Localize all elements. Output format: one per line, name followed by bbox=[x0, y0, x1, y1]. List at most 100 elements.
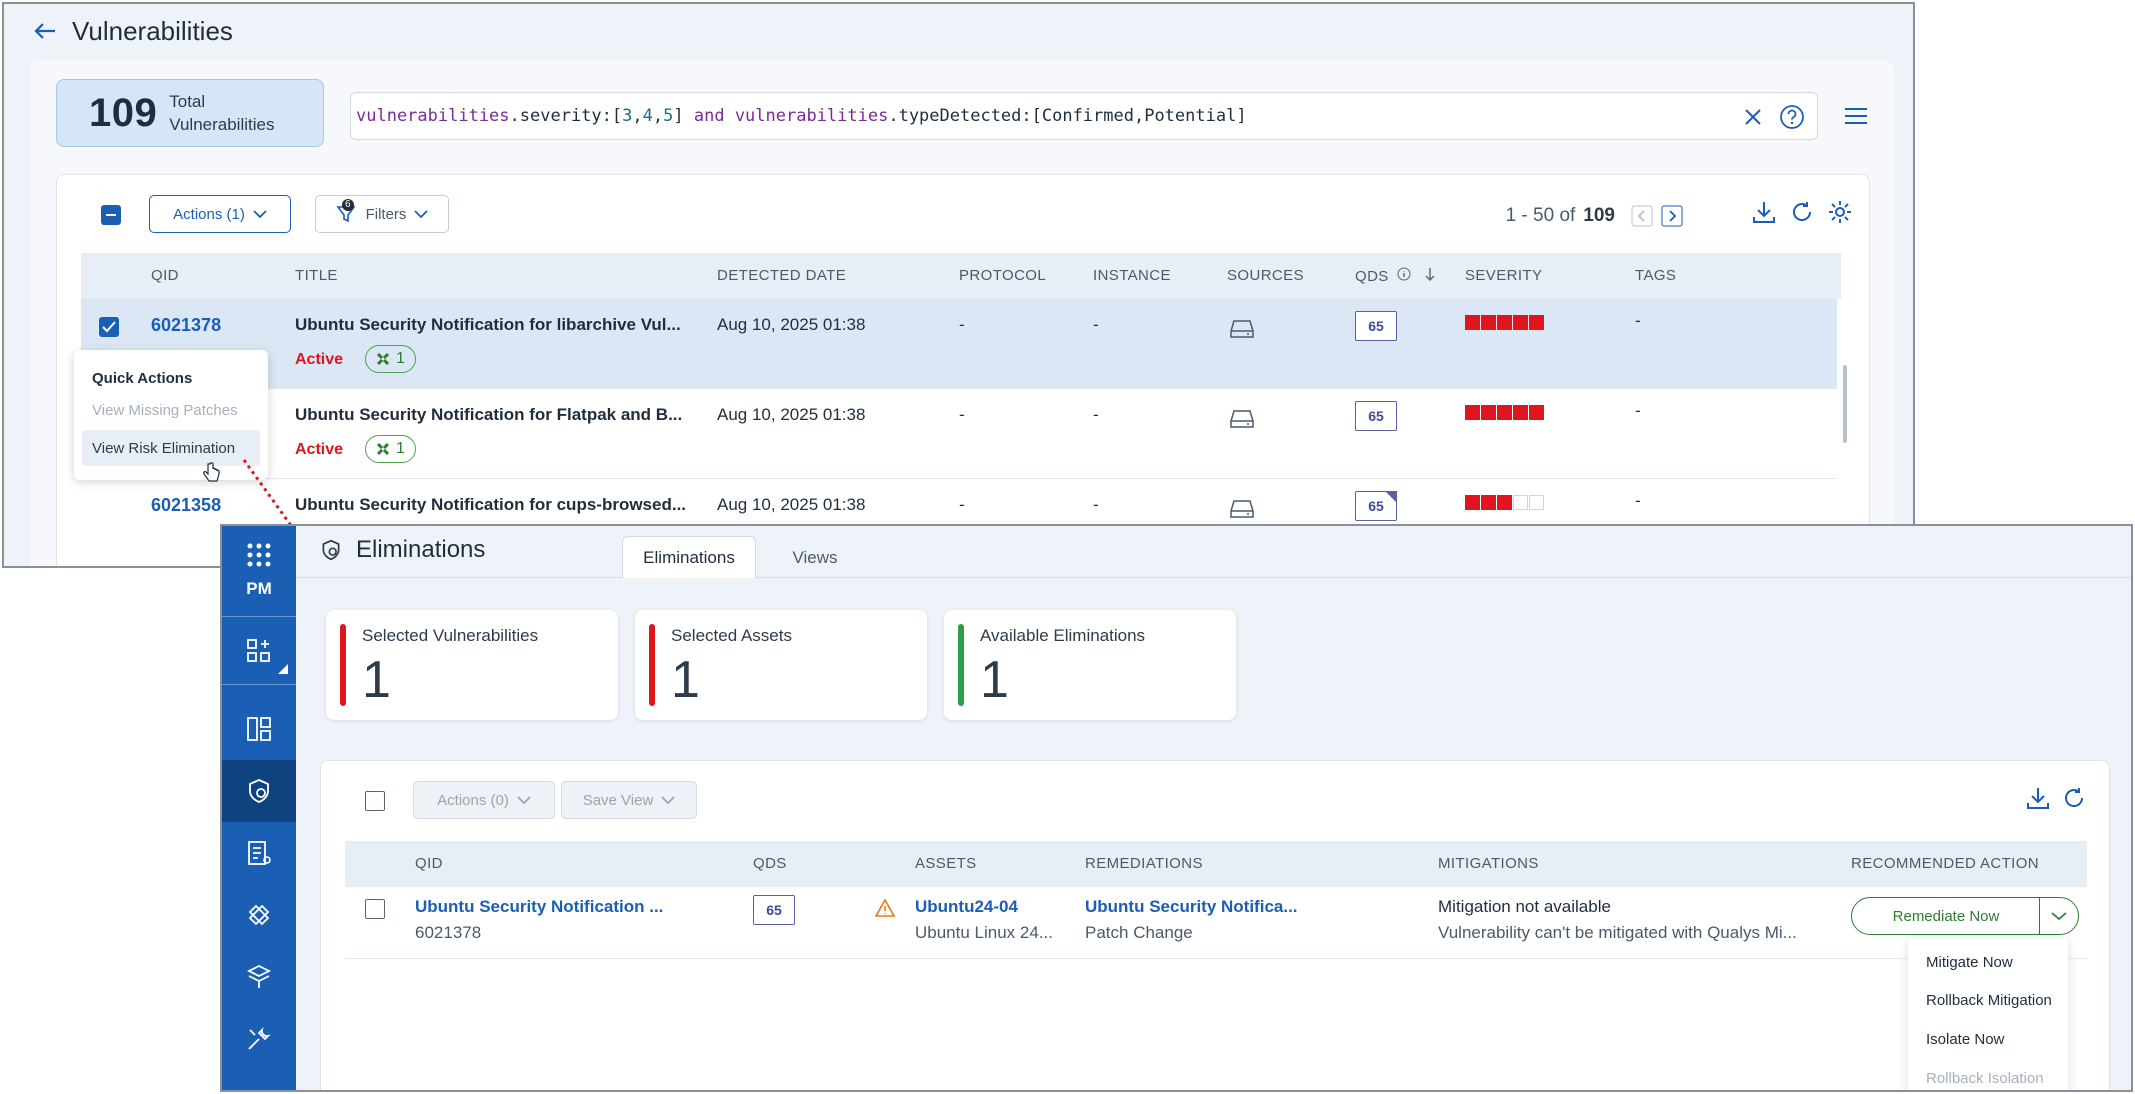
sidebar-item-tools[interactable] bbox=[222, 1008, 296, 1070]
col-qid[interactable]: QID bbox=[415, 855, 443, 872]
severity-bar bbox=[1465, 495, 1544, 510]
remediate-now-button[interactable]: Remediate Now bbox=[1851, 897, 2041, 935]
isolate-now-item[interactable]: Isolate Now bbox=[1926, 1031, 2004, 1048]
pagination: 1 - 50 of 109 bbox=[1506, 205, 1683, 227]
protocol: - bbox=[959, 405, 965, 424]
severity-block bbox=[1481, 405, 1496, 420]
qds-badge[interactable]: 65 bbox=[753, 895, 795, 925]
total-count: 109 bbox=[89, 90, 158, 135]
row-checkbox[interactable] bbox=[99, 317, 119, 337]
col-tags[interactable]: TAGS bbox=[1635, 267, 1676, 284]
vuln-title[interactable]: Ubuntu Security Notification for libarch… bbox=[295, 315, 681, 335]
stat-accent bbox=[340, 624, 346, 706]
clear-query-icon[interactable] bbox=[1741, 105, 1765, 129]
select-all-checkbox[interactable] bbox=[365, 791, 385, 811]
prev-page-icon[interactable] bbox=[1631, 205, 1653, 227]
view-risk-elimination-item[interactable]: View Risk Elimination bbox=[82, 430, 260, 466]
refresh-icon[interactable] bbox=[2061, 785, 2087, 816]
download-icon[interactable] bbox=[2025, 785, 2051, 816]
total-vulnerabilities-card: 109 Total Vulnerabilities bbox=[56, 79, 324, 147]
qid: 6021378 bbox=[415, 923, 482, 942]
sidebar-item-dashboard[interactable] bbox=[222, 698, 296, 760]
back-arrow-icon[interactable] bbox=[30, 16, 60, 46]
col-detected-date[interactable]: DETECTED DATE bbox=[717, 267, 846, 284]
view-missing-patches-item[interactable]: View Missing Patches bbox=[82, 392, 260, 428]
mitigate-now-item[interactable]: Mitigate Now bbox=[1926, 954, 2013, 971]
status-active: Active bbox=[295, 441, 344, 458]
mitigation-status: Mitigation not available bbox=[1438, 897, 1611, 916]
sidebar-item-assets[interactable] bbox=[222, 946, 296, 1008]
col-remediations[interactable]: REMEDIATIONS bbox=[1085, 855, 1203, 872]
col-qds[interactable]: QDS bbox=[1355, 267, 1436, 285]
next-page-icon[interactable] bbox=[1661, 205, 1683, 227]
app-sidebar: PM bbox=[222, 526, 296, 1090]
detected-date: Aug 10, 2025 01:38 bbox=[717, 495, 866, 514]
remediation-type: Patch Change bbox=[1085, 923, 1193, 942]
filters-button[interactable]: 6 Filters bbox=[315, 195, 449, 233]
remediation-link[interactable]: Ubuntu Security Notifica... bbox=[1085, 897, 1298, 917]
qds-badge[interactable]: 65 bbox=[1355, 311, 1397, 341]
settings-gear-icon[interactable] bbox=[1827, 199, 1853, 225]
help-icon[interactable] bbox=[1779, 104, 1805, 130]
query-text[interactable]: vulnerabilities.severity:[3,4,5] and vul… bbox=[356, 106, 1247, 126]
chevron-down-icon bbox=[253, 210, 267, 219]
vuln-title[interactable]: Ubuntu Security Notification for Flatpak… bbox=[295, 405, 682, 425]
col-title[interactable]: TITLE bbox=[295, 267, 338, 284]
qds-badge[interactable]: 65 bbox=[1355, 401, 1397, 431]
total-label: Total Vulnerabilities bbox=[169, 92, 275, 134]
qid-link[interactable]: 6021378 bbox=[151, 315, 221, 336]
tab-views[interactable]: Views bbox=[770, 536, 860, 579]
patch-icon bbox=[376, 352, 390, 366]
sidebar-item-reports[interactable] bbox=[222, 822, 296, 884]
vuln-title[interactable]: Ubuntu Security Notification for cups-br… bbox=[295, 495, 686, 515]
chevron-down-icon bbox=[661, 796, 675, 805]
vertical-scrollbar[interactable] bbox=[1843, 365, 1847, 443]
severity-block bbox=[1497, 315, 1512, 330]
table-row[interactable]: Ubuntu Security Notification ... 6021378… bbox=[345, 887, 2087, 959]
tab-eliminations[interactable]: Eliminations bbox=[622, 536, 756, 579]
shield-target-icon bbox=[322, 539, 340, 561]
rollback-isolation-item[interactable]: Rollback Isolation bbox=[1926, 1070, 2044, 1087]
search-query-input[interactable]: vulnerabilities.severity:[3,4,5] and vul… bbox=[350, 92, 1818, 140]
action-dropdown-toggle[interactable] bbox=[2039, 897, 2079, 935]
app-grid-icon bbox=[247, 543, 271, 567]
sort-down-icon bbox=[1425, 268, 1435, 281]
sidebar-item-patches[interactable] bbox=[222, 884, 296, 946]
qid-title-link[interactable]: Ubuntu Security Notification ... bbox=[415, 897, 663, 917]
rollback-mitigation-item[interactable]: Rollback Mitigation bbox=[1926, 992, 2052, 1009]
table-row[interactable]: 6021379 Ubuntu Security Notification for… bbox=[81, 389, 1837, 479]
severity-block bbox=[1465, 315, 1480, 330]
refresh-icon[interactable] bbox=[1789, 199, 1815, 225]
col-instance[interactable]: INSTANCE bbox=[1093, 267, 1171, 284]
hand-cursor-icon bbox=[203, 462, 220, 482]
remediation-pill[interactable]: 1 bbox=[365, 435, 416, 463]
save-view-button[interactable]: Save View bbox=[561, 781, 697, 819]
shield-target-icon bbox=[249, 779, 269, 803]
sidebar-item-add-widget[interactable] bbox=[222, 620, 296, 682]
select-all-checkbox[interactable] bbox=[101, 205, 121, 225]
stat-accent bbox=[649, 624, 655, 706]
table-row[interactable]: 6021378 Ubuntu Security Notification for… bbox=[81, 299, 1837, 389]
col-assets[interactable]: ASSETS bbox=[915, 855, 977, 872]
col-sources[interactable]: SOURCES bbox=[1227, 267, 1304, 284]
actions-button[interactable]: Actions (1) bbox=[149, 195, 291, 233]
col-qid[interactable]: QID bbox=[151, 267, 179, 284]
qid-link[interactable]: 6021358 bbox=[151, 495, 221, 516]
asset-link[interactable]: Ubuntu24-04 bbox=[915, 897, 1018, 917]
info-icon bbox=[1397, 267, 1411, 281]
warning-icon bbox=[874, 898, 896, 922]
col-qds[interactable]: QDS bbox=[753, 855, 787, 872]
sidebar-item-eliminations[interactable] bbox=[222, 760, 296, 822]
download-icon[interactable] bbox=[1751, 199, 1777, 225]
hamburger-menu-icon[interactable] bbox=[1842, 104, 1870, 128]
row-checkbox[interactable] bbox=[365, 899, 385, 919]
qds-badge[interactable]: 65 bbox=[1355, 491, 1397, 521]
eliminations-grid: Actions (0) Save View QID QDS ASSETS REM… bbox=[320, 760, 2110, 1090]
remediation-pill[interactable]: 1 bbox=[365, 345, 416, 373]
col-mitigations[interactable]: MITIGATIONS bbox=[1438, 855, 1539, 872]
col-severity[interactable]: SEVERITY bbox=[1465, 267, 1542, 284]
actions-button[interactable]: Actions (0) bbox=[413, 781, 555, 819]
app-switcher[interactable]: PM bbox=[222, 542, 296, 599]
col-recommended-action[interactable]: RECOMMENDED ACTION bbox=[1851, 855, 2039, 872]
col-protocol[interactable]: PROTOCOL bbox=[959, 267, 1046, 284]
